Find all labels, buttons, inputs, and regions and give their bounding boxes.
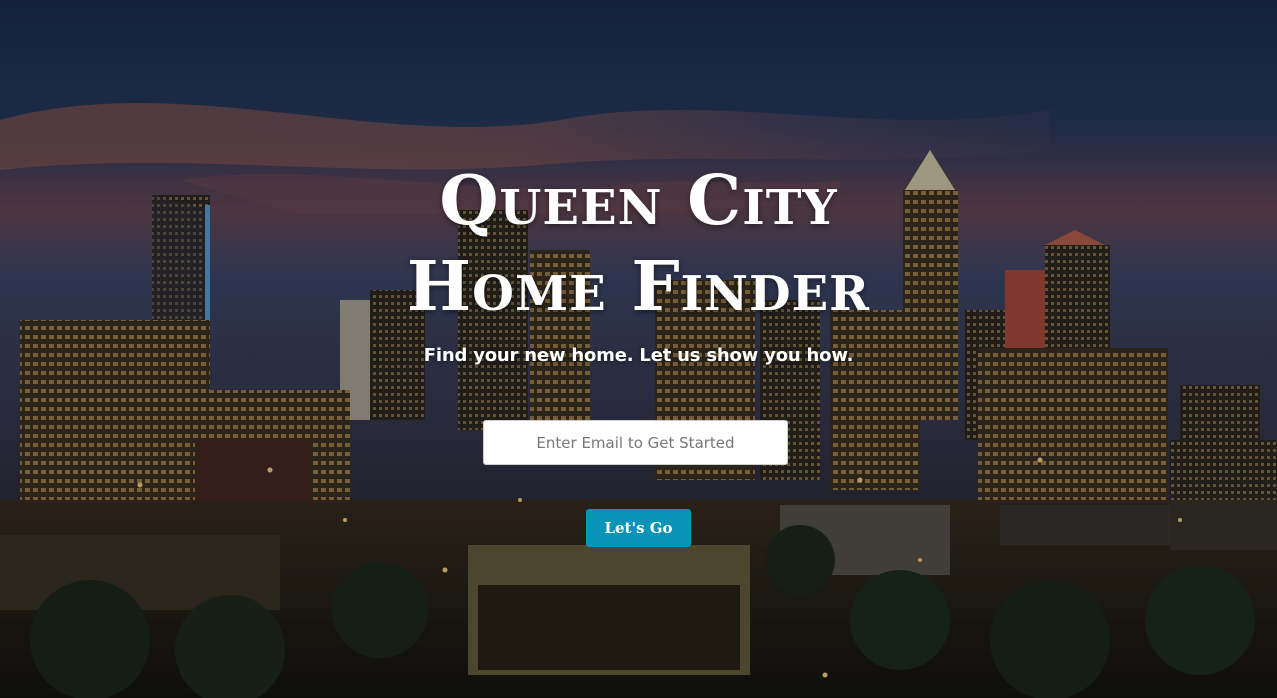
hero-title: Queen City Home Finder: [0, 158, 1277, 330]
hero-title-line-2: Home Finder: [406, 247, 871, 327]
lets-go-button[interactable]: Let's Go: [586, 509, 691, 547]
hero-section: Queen City Home Finder Find your new hom…: [0, 0, 1277, 698]
hero-subtitle: Find your new home. Let us show you how.: [423, 345, 854, 366]
email-input[interactable]: [483, 420, 788, 465]
hero-title-line-1: Queen City: [439, 161, 838, 241]
